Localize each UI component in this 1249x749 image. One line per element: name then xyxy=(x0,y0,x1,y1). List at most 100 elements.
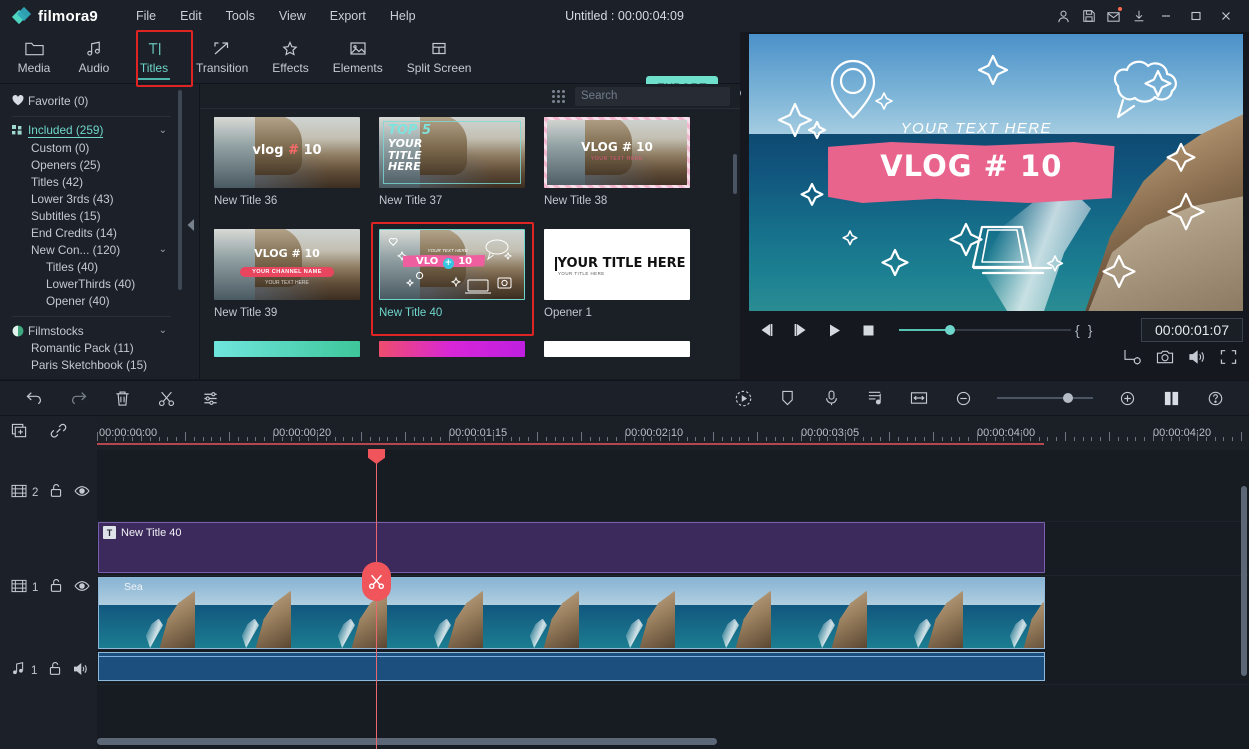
fullscreen-icon[interactable] xyxy=(1220,349,1237,370)
title-thumbnail-37[interactable]: TOP 5 YOUR TITLE HERE xyxy=(379,117,525,188)
preview-timecode[interactable]: 00:00:01:07 xyxy=(1141,318,1243,342)
sidebar-item-newcon-opener[interactable]: Opener (40) xyxy=(0,292,185,309)
split-clip-button[interactable] xyxy=(362,562,391,601)
title-thumbnail-40[interactable]: YOUR TEXT HERE VLO + 10 xyxy=(379,229,525,300)
title-card-40[interactable]: YOUR TEXT HERE VLO + 10 New Title 40 xyxy=(371,222,534,336)
title-thumbnail-39[interactable]: VLOG # 10 YOUR CHANNEL NAME YOUR TEXT HE… xyxy=(214,229,360,300)
collapse-panel-icon[interactable] xyxy=(187,218,196,232)
timeline-ruler[interactable]: 00:00:00:00 00:00:00:20 00:00:01:15 00:0… xyxy=(97,416,1249,450)
title-thumbnail-partial-3[interactable] xyxy=(544,341,690,357)
title-thumbnail-opener1[interactable]: YOUR TITLE HERE YOUR TITLE HERE xyxy=(544,229,690,300)
play-button[interactable] xyxy=(817,315,851,345)
chevron-down-icon-newcon[interactable]: ⌄ xyxy=(159,244,167,255)
menu-help[interactable]: Help xyxy=(378,5,428,27)
playhead[interactable] xyxy=(362,449,391,749)
record-voiceover-button[interactable] xyxy=(809,380,853,416)
sidebar-item-paris-sketchbook[interactable]: Paris Sketchbook (15) xyxy=(0,356,185,373)
sidebar-item-newcon-titles[interactable]: Titles (40) xyxy=(0,258,185,275)
timeline-clip-video[interactable]: Sea xyxy=(98,577,1045,649)
sidebar-scrollbar[interactable] xyxy=(178,90,182,290)
next-frame-button[interactable] xyxy=(783,315,817,345)
tab-audio[interactable]: Audio xyxy=(64,32,124,84)
audio-mixer-button[interactable] xyxy=(853,380,897,416)
mark-in-button[interactable]: { xyxy=(1071,322,1084,338)
sidebar-item-newcon-lowerthirds[interactable]: LowerThirds (40) xyxy=(0,275,185,292)
menu-edit[interactable]: Edit xyxy=(168,5,214,27)
playhead-handle[interactable] xyxy=(368,449,385,464)
title-card-37[interactable]: TOP 5 YOUR TITLE HERE New Title 37 xyxy=(379,117,525,221)
sidebar-item-lower3rds[interactable]: Lower 3rds (43) xyxy=(0,190,185,207)
title-card-opener1[interactable]: YOUR TITLE HERE YOUR TITLE HERE Opener 1 xyxy=(544,229,690,333)
close-button[interactable] xyxy=(1211,0,1241,32)
sidebar-item-openers[interactable]: Openers (25) xyxy=(0,156,185,173)
tab-media[interactable]: Media xyxy=(4,32,64,84)
timeline-clip-title[interactable]: T New Title 40 xyxy=(98,522,1045,573)
help-button[interactable] xyxy=(1193,380,1237,416)
marker-button[interactable] xyxy=(765,380,809,416)
snapshot-icon[interactable] xyxy=(1156,349,1174,370)
grid-view-icon[interactable] xyxy=(552,89,565,103)
chevron-down-icon[interactable]: ⌄ xyxy=(159,125,167,136)
sidebar-item-titles[interactable]: Titles (42) xyxy=(0,173,185,190)
search-box[interactable] xyxy=(575,86,751,106)
maximize-button[interactable] xyxy=(1181,0,1211,32)
menu-export[interactable]: Export xyxy=(318,5,378,27)
volume-slider-knob[interactable] xyxy=(945,325,955,335)
unlock-icon-video-2[interactable] xyxy=(49,483,63,503)
timeline-horizontal-scrollbar[interactable] xyxy=(97,738,717,745)
stop-button[interactable] xyxy=(851,315,885,345)
speaker-icon-audio-1[interactable] xyxy=(73,662,89,681)
title-card-partial-2[interactable] xyxy=(379,341,525,371)
redo-button[interactable] xyxy=(56,380,100,416)
timeline-zoom-knob[interactable] xyxy=(1063,393,1073,403)
category-sidebar[interactable]: Favorite (0) Included (259) ⌄ Custom (0)… xyxy=(0,84,185,379)
timeline-clip-audio[interactable] xyxy=(98,652,1045,681)
title-card-39[interactable]: VLOG # 10 YOUR CHANNEL NAME YOUR TEXT HE… xyxy=(214,229,360,333)
search-input[interactable] xyxy=(581,90,735,102)
mail-icon[interactable] xyxy=(1101,0,1126,32)
title-thumbnail-partial-2[interactable] xyxy=(379,341,525,357)
minimize-button[interactable] xyxy=(1151,0,1181,32)
delete-button[interactable] xyxy=(100,380,144,416)
project-settings-icon[interactable] xyxy=(1124,349,1142,370)
account-icon[interactable] xyxy=(1051,0,1076,32)
browser-scrollbar[interactable] xyxy=(733,154,737,194)
render-preview-button[interactable] xyxy=(721,380,765,416)
title-card-partial-3[interactable] xyxy=(544,341,690,371)
prev-frame-button[interactable] xyxy=(749,315,783,345)
video-preview[interactable]: YOUR TEXT HERE VLOG # 10 xyxy=(749,34,1243,311)
menu-view[interactable]: View xyxy=(267,5,318,27)
tab-transition[interactable]: Transition xyxy=(184,32,260,84)
download-icon[interactable] xyxy=(1126,0,1151,32)
title-thumbnail-36[interactable]: vlog # 10 xyxy=(214,117,360,188)
sidebar-item-favorite[interactable]: Favorite (0) xyxy=(0,92,185,109)
title-card-36[interactable]: vlog # 10 New Title 36 xyxy=(214,117,360,221)
sidebar-item-filmstocks[interactable]: Filmstocks ⌄ xyxy=(0,322,185,339)
menu-tools[interactable]: Tools xyxy=(214,5,267,27)
mark-out-button[interactable]: } xyxy=(1084,322,1097,338)
split-button[interactable] xyxy=(144,380,188,416)
volume-slider[interactable] xyxy=(899,325,1071,335)
undo-button[interactable] xyxy=(12,380,56,416)
eye-icon-video-2[interactable] xyxy=(74,484,90,502)
sidebar-item-newcon[interactable]: New Con... (120) ⌄ xyxy=(0,241,185,258)
zoom-in-button[interactable] xyxy=(1105,380,1149,416)
tab-effects[interactable]: Effects xyxy=(260,32,320,84)
menu-file[interactable]: File xyxy=(124,5,168,27)
sidebar-item-included[interactable]: Included (259) ⌄ xyxy=(0,122,185,139)
timeline-vertical-scrollbar[interactable] xyxy=(1241,486,1247,676)
unlock-icon-video-1[interactable] xyxy=(49,578,63,598)
save-icon[interactable] xyxy=(1076,0,1101,32)
sidebar-item-subtitles[interactable]: Subtitles (15) xyxy=(0,207,185,224)
tab-titles[interactable]: Titles xyxy=(124,32,184,84)
title-card-partial-1[interactable] xyxy=(214,341,360,371)
unlock-icon-audio-1[interactable] xyxy=(48,661,62,681)
title-card-38[interactable]: VLOG # 10 YOUR TEXT HERE New Title 38 xyxy=(544,117,690,221)
zoom-out-button[interactable] xyxy=(941,380,985,416)
title-thumbnail-partial-1[interactable] xyxy=(214,341,360,357)
fit-timeline-button[interactable] xyxy=(897,380,941,416)
tab-elements[interactable]: Elements xyxy=(321,32,395,84)
title-thumbnail-38[interactable]: VLOG # 10 YOUR TEXT HERE xyxy=(544,117,690,188)
link-icon[interactable] xyxy=(50,423,67,444)
volume-icon[interactable] xyxy=(1188,349,1206,370)
